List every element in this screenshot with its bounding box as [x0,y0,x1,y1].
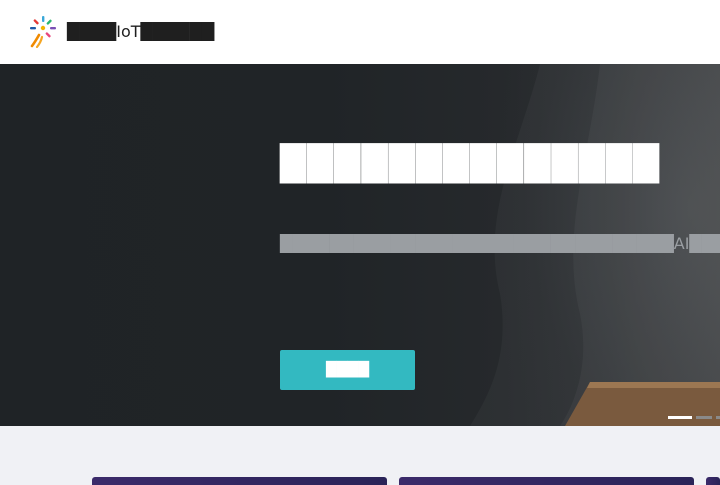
brand-logo-icon[interactable] [28,16,58,48]
content-section [0,426,720,485]
feature-card[interactable] [706,477,720,485]
feature-card[interactable] [399,477,694,485]
carousel-dot-1[interactable] [668,416,692,419]
hero-description: ████████████████████████████████AI██████… [280,234,720,253]
carousel-dot-2[interactable] [696,416,712,419]
carousel-indicators [668,416,720,419]
top-header: ████IoT██████ [0,0,720,64]
hero-title: ██████████████ [280,144,661,184]
hero-banner: ██████████████ ███████████████████████ ██… [0,64,720,426]
brand-name[interactable]: ████IoT██████ [67,22,214,42]
carousel-dot-3[interactable] [716,416,720,419]
feature-card[interactable] [92,477,387,485]
hero-cta-button[interactable]: ████ [280,350,415,390]
